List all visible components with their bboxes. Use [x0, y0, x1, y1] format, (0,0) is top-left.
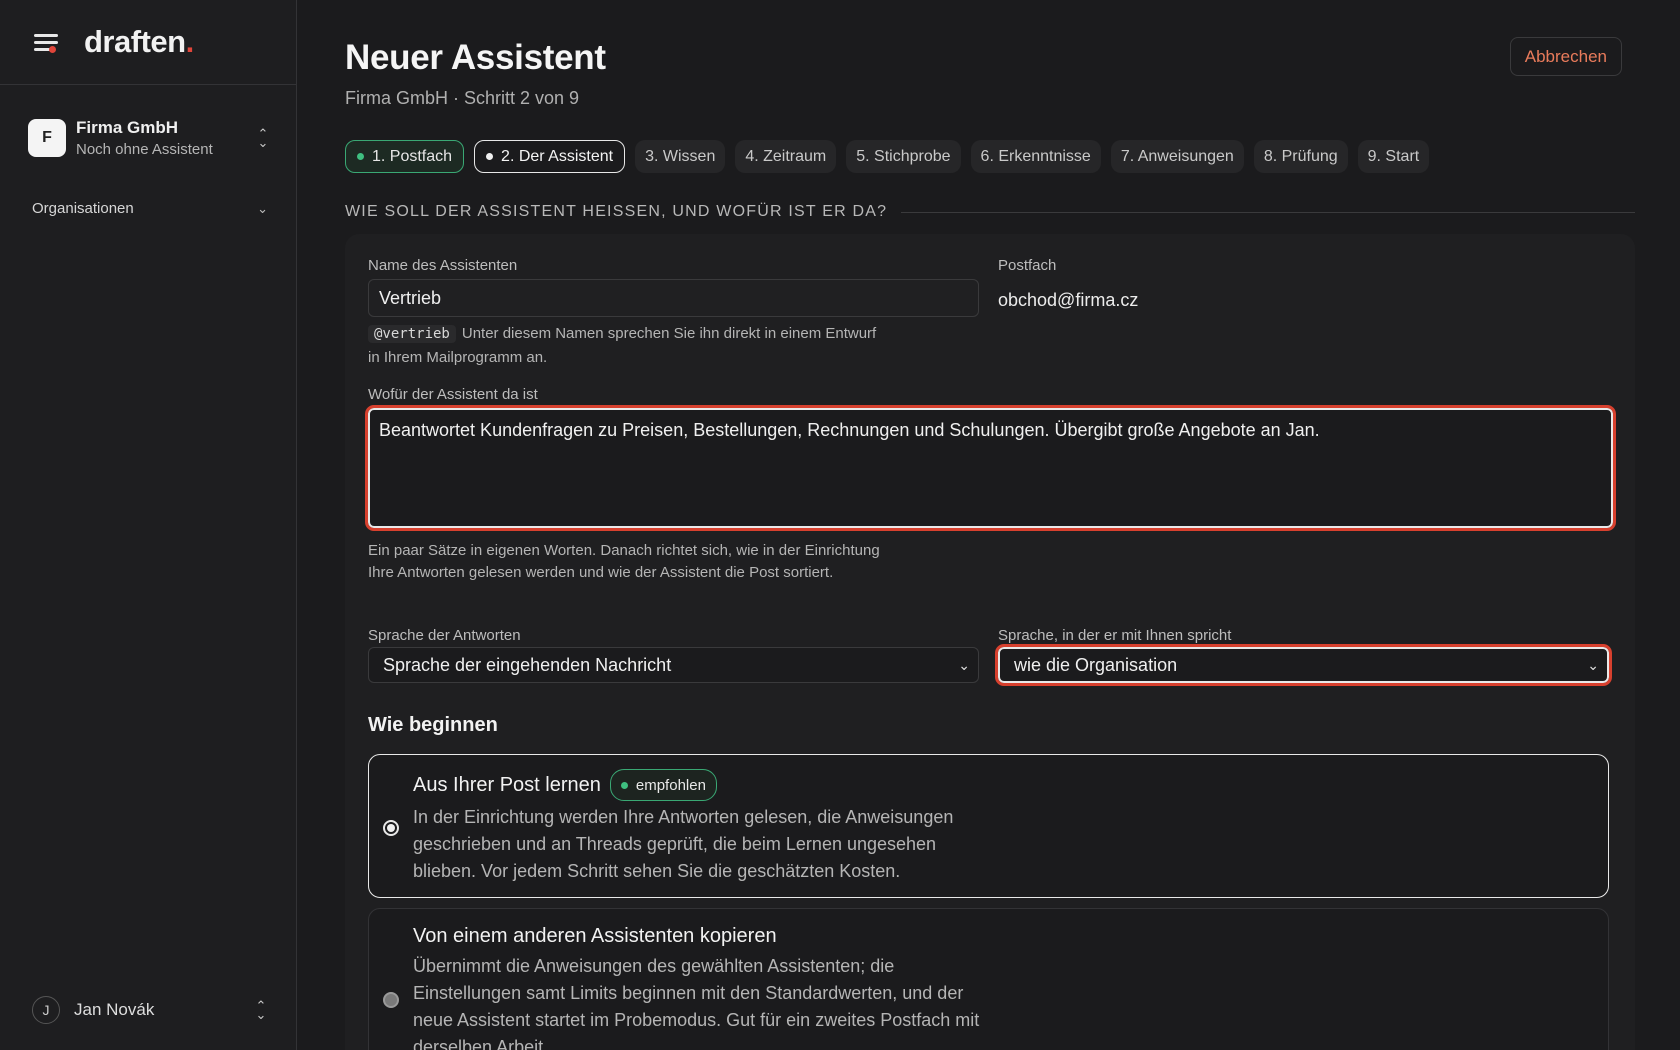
page-subtitle: Firma GmbH · Schritt 2 von 9 [345, 88, 580, 108]
option-learn-from-mail[interactable]: Aus Ihrer Post lernen empfohlen In der E… [368, 754, 1609, 898]
menu-icon[interactable] [32, 30, 60, 54]
user-menu[interactable]: J Jan Novák ⌃ ⌄ [32, 996, 268, 1024]
purpose-hint: Ein paar Sätze in eigenen Worten. Danach… [368, 542, 880, 581]
purpose-label: Wofür der Assistent da ist [368, 386, 538, 403]
step-start: 9. Start [1357, 140, 1430, 173]
chevron-down-icon: ⌄ [958, 656, 970, 673]
status-dot-icon [620, 781, 628, 789]
talk-language-label: Sprache, in der er mit Ihnen spricht [998, 627, 1232, 644]
option-description: In der Einrichtung werden Ihre Antworten… [413, 807, 954, 881]
org-switcher[interactable]: F Firma GmbH Noch ohne Assistent ⌃ ⌄ [28, 112, 270, 164]
step-postfach[interactable]: 1. Postfach [345, 140, 465, 173]
logo: draften. [84, 24, 194, 59]
divider [901, 211, 1635, 213]
option-title: Von einem anderen Assistenten kopieren [413, 925, 777, 947]
section-heading: WIE SOLL DER ASSISTENT HEISSEN, UND WOFÜ… [345, 203, 1635, 221]
step-pruefung: 8. Prüfung [1253, 140, 1348, 173]
radio-copy-assistant[interactable] [383, 992, 399, 1008]
org-avatar: F [28, 119, 66, 157]
sidebar-header: draften. [0, 0, 296, 85]
purpose-textarea[interactable]: Beantwortet Kundenfragen zu Preisen, Bes… [365, 405, 1616, 531]
mailbox-value: obchod@firma.cz [998, 290, 1139, 310]
assistant-name-input[interactable] [368, 279, 979, 317]
org-subtitle: Noch ohne Assistent [76, 141, 213, 158]
radio-learn-from-mail[interactable] [383, 820, 399, 836]
sidebar: draften. F Firma GmbH Noch ohne Assisten… [0, 0, 297, 1050]
reply-language-select[interactable]: Sprache der eingehenden Nachricht ⌄ [368, 647, 979, 683]
step-stichprobe: 5. Stichprobe [846, 140, 961, 173]
page-title: Neuer Assistent [345, 38, 606, 77]
option-description: Übernimmt die Anweisungen des gewählten … [413, 956, 980, 1050]
step-erkenntnisse: 6. Erkenntnisse [970, 140, 1101, 173]
sidebar-section-organisations[interactable]: Organisationen ⌄ [32, 200, 268, 217]
recommended-badge: empfohlen [609, 769, 717, 801]
step-indicator: 1. Postfach 2. Der Assistent 3. Wissen 4… [345, 140, 1430, 173]
option-title: Aus Ihrer Post lernen [413, 773, 601, 796]
chevron-down-icon: ⌄ [1587, 656, 1599, 673]
avatar: J [32, 996, 60, 1024]
cancel-button[interactable]: Abbrechen [1509, 37, 1622, 76]
status-dot-icon [486, 153, 494, 160]
step-assistent[interactable]: 2. Der Assistent [474, 140, 626, 173]
user-name: Jan Novák [74, 1000, 155, 1019]
handle-code: @vertrieb [368, 325, 456, 343]
chevron-up-down-icon: ⌃ ⌄ [257, 126, 269, 150]
org-name: Firma GmbH [76, 118, 179, 137]
talk-language-select[interactable]: wie die Organisation ⌄ [995, 644, 1612, 686]
step-wissen: 3. Wissen [635, 140, 726, 173]
begin-heading: Wie beginnen [368, 714, 498, 736]
step-anweisungen: 7. Anweisungen [1110, 140, 1244, 173]
step-zeitraum: 4. Zeitraum [735, 140, 837, 173]
mailbox-label: Postfach [998, 257, 1057, 274]
handle-hint: @vertrieb Unter diesem Namen sprechen Sie… [368, 325, 877, 366]
option-copy-assistant[interactable]: Von einem anderen Assistenten kopieren Ü… [368, 908, 1609, 1050]
chevron-down-icon: ⌄ [257, 200, 268, 216]
chevron-up-down-icon: ⌃ ⌄ [255, 998, 267, 1022]
status-dot-icon [357, 153, 364, 160]
name-label: Name des Assistenten [368, 257, 518, 274]
sidebar-section-label: Organisationen [32, 200, 134, 217]
reply-language-label: Sprache der Antworten [368, 627, 521, 644]
